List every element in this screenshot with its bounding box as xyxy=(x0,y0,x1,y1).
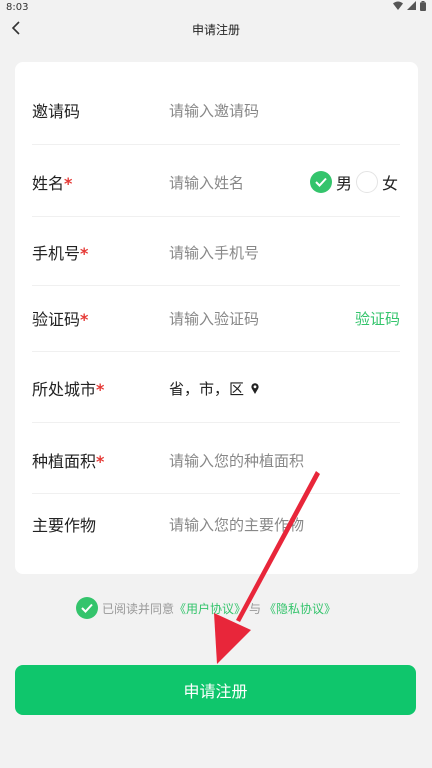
city-picker[interactable]: 省，市，区 xyxy=(169,378,400,399)
gender-male-label[interactable]: 男 xyxy=(336,170,352,194)
divider xyxy=(32,216,400,217)
agreement-line: 已阅读并同意 《用户协议》 与 《隐私协议》 xyxy=(76,596,336,620)
area-label: 种植面积* xyxy=(32,452,105,471)
main-crop-input[interactable]: 请输入您的主要作物 xyxy=(169,514,400,535)
agreement-prefix: 已阅读并同意 xyxy=(102,601,175,616)
code-label: 验证码* xyxy=(32,310,89,329)
wifi-icon xyxy=(393,1,403,13)
user-agreement-link[interactable]: 《用户协议》 xyxy=(174,600,246,617)
status-icons xyxy=(393,0,426,14)
city-label: 所处城市* xyxy=(32,380,105,399)
area-row: 种植面积* 请输入您的种植面积 xyxy=(32,438,400,482)
status-bar: 8:03 xyxy=(0,0,432,14)
divider xyxy=(32,493,400,494)
city-row: 所处城市* 省，市，区 xyxy=(32,366,400,410)
gender-selector: 男 女 xyxy=(309,170,400,194)
name-row: 姓名* 请输入姓名 男 女 xyxy=(32,160,400,204)
privacy-agreement-link[interactable]: 《隐私协议》 xyxy=(264,600,336,617)
name-label: 姓名* xyxy=(32,174,73,193)
invite-code-input[interactable]: 请输入邀请码 xyxy=(169,100,400,121)
back-button[interactable] xyxy=(4,16,28,42)
signal-icon xyxy=(407,1,416,13)
agreement-checkbox[interactable] xyxy=(76,597,98,619)
phone-input[interactable]: 请输入手机号 xyxy=(169,242,400,263)
phone-row: 手机号* 请输入手机号 xyxy=(32,230,400,274)
divider xyxy=(32,351,400,352)
page-title: 申请注册 xyxy=(191,22,240,37)
divider xyxy=(32,422,400,423)
phone-label: 手机号* xyxy=(32,244,89,263)
name-input[interactable]: 请输入姓名 xyxy=(169,172,310,193)
divider xyxy=(32,285,400,286)
invite-row: 邀请码 请输入邀请码 xyxy=(32,88,400,132)
arrow-head xyxy=(214,613,251,664)
registration-form: 邀请码 请输入邀请码 姓名* 请输入姓名 男 女 手机号* 请输入手机号 验证码… xyxy=(15,62,418,574)
agreement-joiner: 与 xyxy=(249,601,262,616)
get-code-button[interactable]: 验证码 xyxy=(355,308,400,329)
verification-code-input[interactable]: 请输入验证码 xyxy=(169,308,355,329)
crop-label: 主要作物 xyxy=(32,516,97,535)
gender-female-radio[interactable] xyxy=(355,171,378,193)
code-row: 验证码* 请输入验证码 验证码 xyxy=(32,296,400,340)
app-bar: 申请注册 xyxy=(0,14,432,44)
gender-male-radio[interactable] xyxy=(309,171,332,193)
chevron-left-icon xyxy=(11,20,21,39)
submit-button[interactable]: 申请注册 xyxy=(15,665,416,715)
planting-area-input[interactable]: 请输入您的种植面积 xyxy=(169,450,400,471)
gender-female-label[interactable]: 女 xyxy=(382,170,398,194)
status-time: 8:03 xyxy=(6,1,29,13)
location-pin-icon xyxy=(251,380,259,398)
invite-label: 邀请码 xyxy=(32,102,81,121)
crop-row: 主要作物 请输入您的主要作物 xyxy=(32,502,400,546)
city-value: 省，市，区 xyxy=(169,379,245,398)
divider xyxy=(32,144,400,145)
battery-icon xyxy=(420,0,426,14)
